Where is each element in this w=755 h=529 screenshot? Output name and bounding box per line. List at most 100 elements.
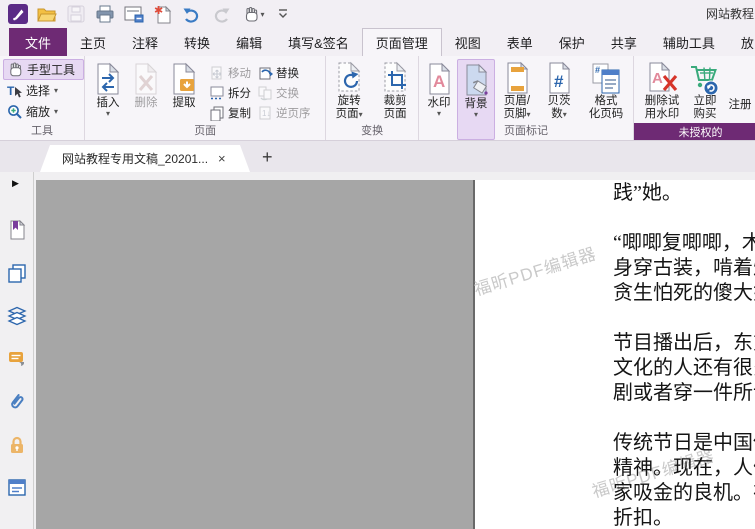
select-tool-button[interactable]: T 选择 ▾ bbox=[3, 80, 84, 101]
swap-pages-button[interactable]: 交换 bbox=[257, 83, 311, 103]
dropdown-icon: ▾ bbox=[563, 110, 567, 119]
bookmarks-panel-button[interactable] bbox=[7, 220, 27, 240]
tab-partial[interactable]: 放 bbox=[728, 28, 755, 56]
redo-button[interactable] bbox=[210, 3, 232, 25]
header-footer-label-2: 页脚 bbox=[503, 108, 526, 120]
new-document-button[interactable]: ✱ bbox=[152, 3, 174, 25]
pages-icon bbox=[7, 263, 27, 283]
paperclip-icon bbox=[7, 392, 27, 412]
split-document-button[interactable]: 拆分 bbox=[209, 83, 251, 103]
tab-form[interactable]: 表单 bbox=[494, 28, 546, 56]
window-title: 网站教程 bbox=[706, 5, 755, 22]
group-tools: 手型工具 T 选择 ▾ 缩放 ▾ 工具 bbox=[0, 56, 85, 140]
page-text: 践”她。 “唧唧复唧唧，木 身穿古装，啃着烧 贪生怕死的傻大姐 节目播出后，东方… bbox=[613, 181, 755, 529]
remove-trial-watermark-label-2: 用水印 bbox=[645, 108, 680, 120]
tab-accessibility[interactable]: 辅助工具 bbox=[650, 28, 728, 56]
tab-comment[interactable]: 注释 bbox=[119, 28, 171, 56]
delete-pages-label: 删除 bbox=[135, 97, 158, 110]
paragraph: 践”她。 bbox=[613, 181, 755, 206]
dropdown-icon: ▾ bbox=[474, 111, 478, 118]
tab-home[interactable]: 主页 bbox=[67, 28, 119, 56]
svg-text:1↓: 1↓ bbox=[262, 109, 270, 118]
close-tab-icon[interactable]: × bbox=[218, 151, 226, 166]
copy-pages-button[interactable]: 复制 bbox=[209, 103, 251, 123]
bates-numbering-label-1: 贝茨 bbox=[548, 95, 571, 107]
text-line: “唧唧复唧唧，木 bbox=[613, 231, 755, 256]
text-line: 践”她。 bbox=[613, 181, 755, 206]
attachments-panel-button[interactable] bbox=[7, 392, 27, 412]
buy-now-label-1: 立即 bbox=[694, 95, 717, 107]
tab-edit[interactable]: 编辑 bbox=[223, 28, 275, 56]
svg-text:A: A bbox=[433, 72, 445, 91]
group-page-marks: A 水印 ▾ 背景 ▾ 页眉/ 页脚▾ # 贝茨 数▾ # 格式 化页码 页面标… bbox=[419, 56, 634, 140]
rotate-pages-icon bbox=[332, 61, 366, 95]
buy-now-label-2: 购买 bbox=[694, 108, 717, 120]
form-fields-icon bbox=[7, 479, 27, 497]
customize-toolbar-button[interactable] bbox=[276, 3, 290, 25]
header-footer-icon bbox=[500, 61, 534, 95]
zoom-magnifier-icon bbox=[7, 104, 22, 119]
text-line: 剧或者穿一件所谓 bbox=[613, 381, 755, 406]
hand-tool-button[interactable]: 手型工具 bbox=[3, 59, 84, 80]
rotate-pages-label-2: 页面 bbox=[336, 108, 359, 120]
copy-icon bbox=[209, 105, 225, 121]
group-unlicensed: A 删除试 用水印 立即 购买 注册 未授权的 bbox=[634, 56, 755, 140]
unlicensed-banner: 未授权的 bbox=[634, 123, 755, 140]
ribbon: 手型工具 T 选择 ▾ 缩放 ▾ 工具 插入 ▾ 删除 提取 bbox=[0, 56, 755, 141]
save-button[interactable] bbox=[65, 3, 87, 25]
svg-text:T: T bbox=[7, 84, 15, 98]
move-pages-button[interactable]: 移动 bbox=[209, 63, 251, 83]
title-bar: ✱ ▾ 网站教程 bbox=[0, 0, 755, 28]
comments-panel-button[interactable] bbox=[7, 349, 27, 369]
reverse-page-order-button[interactable]: 1↓ 逆页序 bbox=[257, 103, 311, 123]
lock-icon bbox=[7, 435, 27, 455]
hand-tool-quick-button[interactable]: ▾ bbox=[239, 3, 269, 25]
delete-pages-icon bbox=[129, 61, 163, 97]
fields-panel-button[interactable] bbox=[7, 478, 27, 498]
security-panel-button[interactable] bbox=[7, 435, 27, 455]
text-line: 节目播出后，东方 bbox=[613, 331, 755, 356]
text-line: 身穿古装，啃着烧 bbox=[613, 256, 755, 281]
expand-panel-icon[interactable]: ▶ bbox=[12, 178, 19, 189]
page-thumbnails-panel-button[interactable] bbox=[7, 263, 27, 283]
crop-pages-icon bbox=[378, 61, 412, 95]
tab-convert[interactable]: 转换 bbox=[171, 28, 223, 56]
layers-icon bbox=[7, 306, 27, 326]
text-line: 精神。现在，人们 bbox=[613, 456, 755, 481]
replace-pages-button[interactable]: 替换 bbox=[257, 63, 311, 83]
dropdown-icon: ▾ bbox=[526, 110, 530, 119]
zoom-tool-button[interactable]: 缩放 ▾ bbox=[3, 101, 84, 122]
layers-panel-button[interactable] bbox=[7, 306, 27, 326]
open-file-button[interactable] bbox=[36, 3, 58, 25]
copy-pages-label: 复制 bbox=[228, 105, 251, 121]
replace-icon bbox=[257, 65, 273, 81]
quick-access-toolbar: ✱ ▾ bbox=[0, 3, 290, 25]
text-line: 贪生怕死的傻大姐 bbox=[613, 281, 755, 306]
format-page-numbers-label-2: 化页码 bbox=[589, 108, 624, 120]
tab-protect[interactable]: 保护 bbox=[546, 28, 598, 56]
group-transform: 旋转 页面▾ 裁剪 页面 变换 bbox=[326, 56, 419, 140]
tab-share[interactable]: 共享 bbox=[598, 28, 650, 56]
extract-pages-icon bbox=[167, 61, 201, 97]
document-tab[interactable]: 网站教程专用文稿_20201... × bbox=[40, 145, 250, 172]
new-tab-button[interactable]: + bbox=[262, 147, 273, 168]
move-icon bbox=[209, 65, 225, 81]
group-label-tools: 工具 bbox=[0, 122, 84, 138]
tab-file[interactable]: 文件 bbox=[9, 28, 67, 56]
rotate-pages-label-1: 旋转 bbox=[338, 95, 361, 107]
email-button[interactable] bbox=[123, 3, 145, 25]
select-cursor-icon: T bbox=[7, 83, 22, 98]
tab-page-management[interactable]: 页面管理 bbox=[362, 28, 442, 56]
ribbon-tab-row: 文件 主页 注释 转换 编辑 填写&签名 页面管理 视图 表单 保护 共享 辅助… bbox=[0, 28, 755, 56]
dropdown-icon: ▾ bbox=[260, 11, 264, 18]
text-line: 折扣。 bbox=[613, 506, 755, 529]
paragraph: “唧唧复唧唧，木 身穿古装，啃着烧 贪生怕死的傻大姐 bbox=[613, 231, 755, 306]
print-button[interactable] bbox=[94, 3, 116, 25]
undo-button[interactable] bbox=[181, 3, 203, 25]
dropdown-icon: ▾ bbox=[54, 108, 58, 115]
tab-view[interactable]: 视图 bbox=[442, 28, 494, 56]
split-document-label: 拆分 bbox=[228, 85, 251, 101]
remove-trial-watermark-label-1: 删除试 bbox=[645, 95, 680, 107]
tab-fill-sign[interactable]: 填写&签名 bbox=[275, 28, 362, 56]
reverse-order-icon: 1↓ bbox=[257, 105, 273, 121]
